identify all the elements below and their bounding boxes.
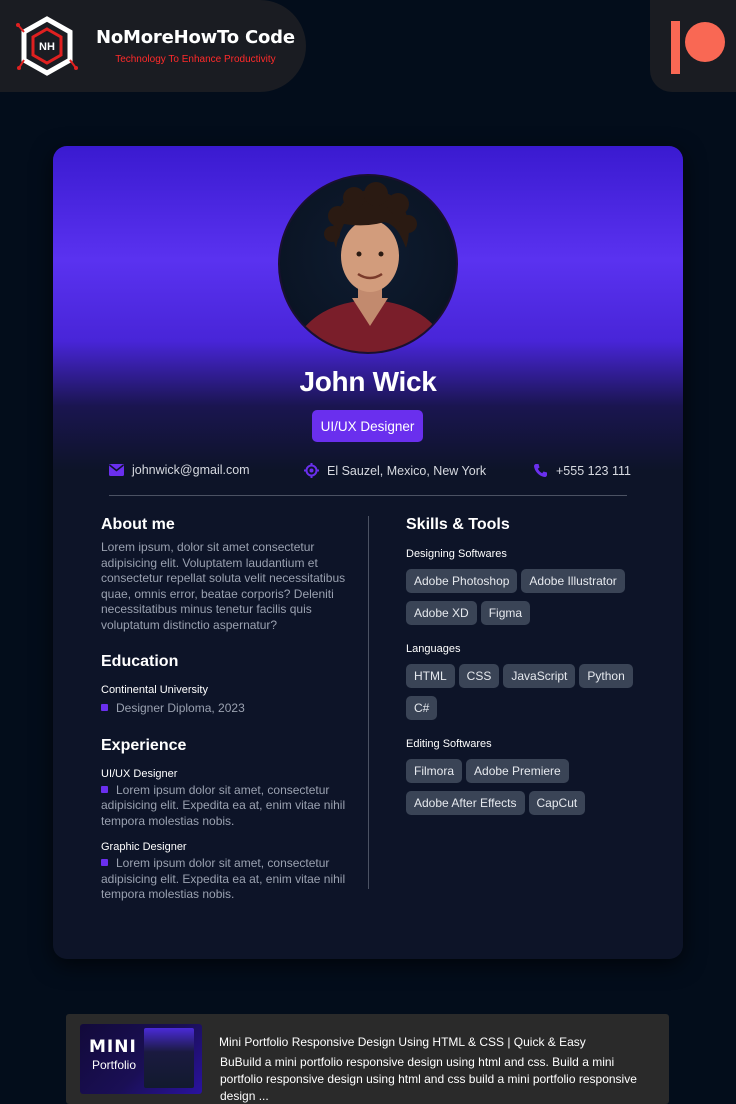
divider [109,495,627,496]
skill-chip: Filmora [406,759,463,783]
brand-title: NoMoreHowTo Code [96,27,295,48]
brand-header[interactable]: NH NoMoreHowTo Code Technology To Enhanc… [0,0,306,92]
about-title: About me [101,516,175,533]
brand-tagline: Technology To Enhance Productivity [115,54,276,65]
patreon-icon [671,21,725,74]
skill-chip-list: HTML CSS JavaScript Python C# [406,664,646,720]
right-column: Skills & Tools Designing Softwares Adobe… [406,516,646,815]
brand-text: NoMoreHowTo Code Technology To Enhance P… [96,27,295,65]
profile-name: John Wick [299,366,437,397]
avatar-portrait-icon [291,182,449,352]
contact-row: johnwick@gmail.com El Sauzel, Mexico, Ne… [53,463,683,481]
contact-phone[interactable]: +555 123 111 [533,463,631,478]
role-badge: UI/UX Designer [312,410,423,442]
skill-chip: Figma [480,601,531,625]
thumbnail-title: MINI [89,1037,137,1057]
skill-chip: C# [406,696,438,720]
video-description: BuBuild a mini portfolio responsive desi… [220,1055,637,1103]
bullet-icon [101,704,108,711]
contact-location: El Sauzel, Mexico, New York [304,463,486,478]
about-text: Lorem ipsum, dolor sit amet consectetur … [101,540,346,632]
envelope-icon [109,464,124,476]
education-degree: Designer Diploma, 2023 [116,701,245,715]
column-divider [368,516,369,889]
thumbnail-preview-graphic [144,1028,194,1088]
skill-chip: Adobe Photoshop [406,569,518,593]
thumbnail-subtitle: Portfolio [92,1058,137,1072]
skill-chip: CapCut [528,791,586,815]
brand-logo-icon: NH [16,16,78,76]
bullet-icon [101,785,108,793]
contact-email-text: johnwick@gmail.com [132,463,250,477]
skill-chip: Adobe After Effects [406,791,525,815]
experience-text: Lorem ipsum dolor sit amet, consectetur … [101,856,346,901]
education-school: Continental University [101,684,208,696]
contact-email[interactable]: johnwick@gmail.com [109,463,250,477]
education-title: Education [101,653,179,670]
bullet-icon [101,859,108,866]
skill-chip: Adobe Premiere [466,759,569,783]
skill-chip: JavaScript [503,664,576,688]
skill-group-label: Languages [406,643,461,655]
experience-text: Lorem ipsum dolor sit amet, consectetur … [101,782,346,828]
experience-item: Lorem ipsum dolor sit amet, consectetur … [101,856,351,903]
skills-title: Skills & Tools [406,516,510,533]
experience-role: UI/UX Designer [101,767,178,780]
skill-chip: Python [579,664,633,688]
skill-chip-list: Adobe Photoshop Adobe Illustrator Adobe … [406,569,646,625]
phone-icon [534,464,547,477]
avatar [278,174,458,354]
skill-group-label: Designing Softwares [406,548,507,560]
video-title[interactable]: Mini Portfolio Responsive Design Using H… [219,1035,586,1049]
education-degree-item: Designer Diploma, 2023 [101,701,351,717]
skill-group-label: Editing Softwares [406,738,492,750]
video-preview-card[interactable]: MINI Portfolio Mini Portfolio Responsive… [66,1014,669,1104]
portfolio-card: John Wick UI/UX Designer johnwick@gmail.… [53,146,683,959]
svg-text:NH: NH [39,41,55,53]
skill-chip: HTML [406,664,455,688]
location-target-icon [304,463,319,478]
skill-chip: Adobe Illustrator [521,569,625,593]
skill-chip: Adobe XD [406,601,477,625]
skill-chip: CSS [458,664,500,688]
experience-title: Experience [101,736,187,754]
video-thumbnail[interactable]: MINI Portfolio [80,1024,202,1094]
patreon-button[interactable] [650,0,736,92]
contact-location-text: El Sauzel, Mexico, New York [327,463,487,478]
skill-chip-list: Filmora Adobe Premiere Adobe After Effec… [406,759,646,815]
experience-role: Graphic Designer [101,841,187,853]
contact-phone-text: +555 123 111 [556,463,631,478]
left-column: About me Lorem ipsum, dolor sit amet con… [101,516,351,903]
experience-item: Lorem ipsum dolor sit amet, consectetur … [101,783,351,830]
